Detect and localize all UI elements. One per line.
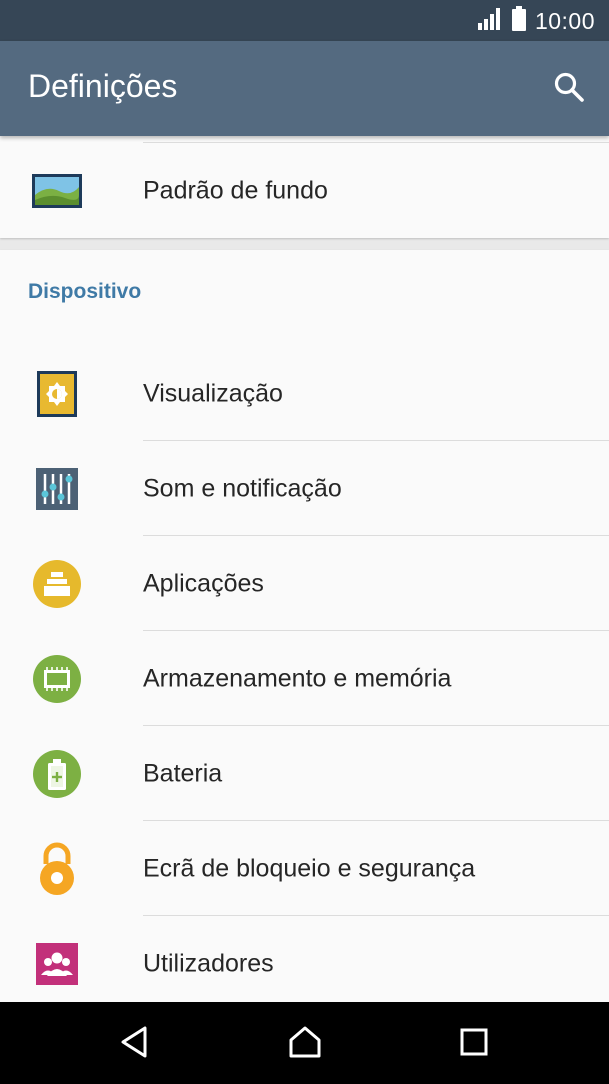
settings-item-wallpaper[interactable]: Padrão de fundo — [0, 143, 609, 238]
apps-icon — [31, 558, 83, 610]
settings-item-label: Som e notificação — [143, 474, 342, 502]
sound-icon — [31, 463, 83, 515]
battery-setting-icon — [31, 748, 83, 800]
settings-item-label: Armazenamento e memória — [143, 664, 452, 692]
settings-item-label: Padrão de fundo — [143, 176, 328, 204]
settings-card-device: Dispositivo Visualização Som e notificaç… — [0, 250, 609, 1002]
settings-card-personal: Padrão de fundo — [0, 136, 609, 238]
users-icon — [31, 938, 83, 990]
signal-icon — [477, 7, 503, 36]
status-time: 10:00 — [534, 7, 595, 34]
storage-icon — [31, 653, 83, 705]
settings-item-label: Ecrã de bloqueio e segurança — [143, 854, 476, 882]
page-title: Definições — [28, 68, 178, 104]
home-icon — [287, 1025, 323, 1064]
settings-item-battery[interactable]: Bateria — [0, 726, 609, 821]
settings-item-label: Utilizadores — [143, 949, 274, 977]
search-icon — [553, 71, 585, 108]
settings-item-apps[interactable]: Aplicações — [0, 536, 609, 631]
section-header: Dispositivo — [28, 280, 142, 303]
home-button[interactable] — [283, 1022, 327, 1066]
settings-list[interactable]: Padrão de fundo Dispositivo Visualização — [0, 136, 609, 1002]
navigation-bar — [0, 1002, 609, 1084]
settings-item-label: Aplicações — [143, 569, 264, 597]
battery-icon — [511, 5, 527, 37]
recents-button[interactable] — [452, 1022, 496, 1066]
settings-item-label: Visualização — [143, 379, 283, 407]
app-bar: Definições — [0, 41, 609, 136]
search-button[interactable] — [549, 69, 589, 109]
settings-item-sound[interactable]: Som e notificação — [0, 441, 609, 536]
settings-item-label: Bateria — [143, 759, 223, 787]
display-icon — [31, 368, 83, 420]
settings-item-display[interactable]: Visualização — [0, 346, 609, 441]
wallpaper-icon — [31, 165, 83, 217]
recents-icon — [459, 1027, 489, 1062]
settings-item-lock-screen[interactable]: Ecrã de bloqueio e segurança — [0, 821, 609, 916]
status-icons: 10:00 — [477, 5, 595, 37]
back-button[interactable] — [113, 1022, 157, 1066]
settings-item-storage[interactable]: Armazenamento e memória — [0, 631, 609, 726]
back-icon — [118, 1025, 152, 1064]
settings-item-users[interactable]: Utilizadores — [0, 916, 609, 1002]
status-bar: 10:00 — [0, 0, 609, 41]
lock-icon — [31, 842, 83, 895]
